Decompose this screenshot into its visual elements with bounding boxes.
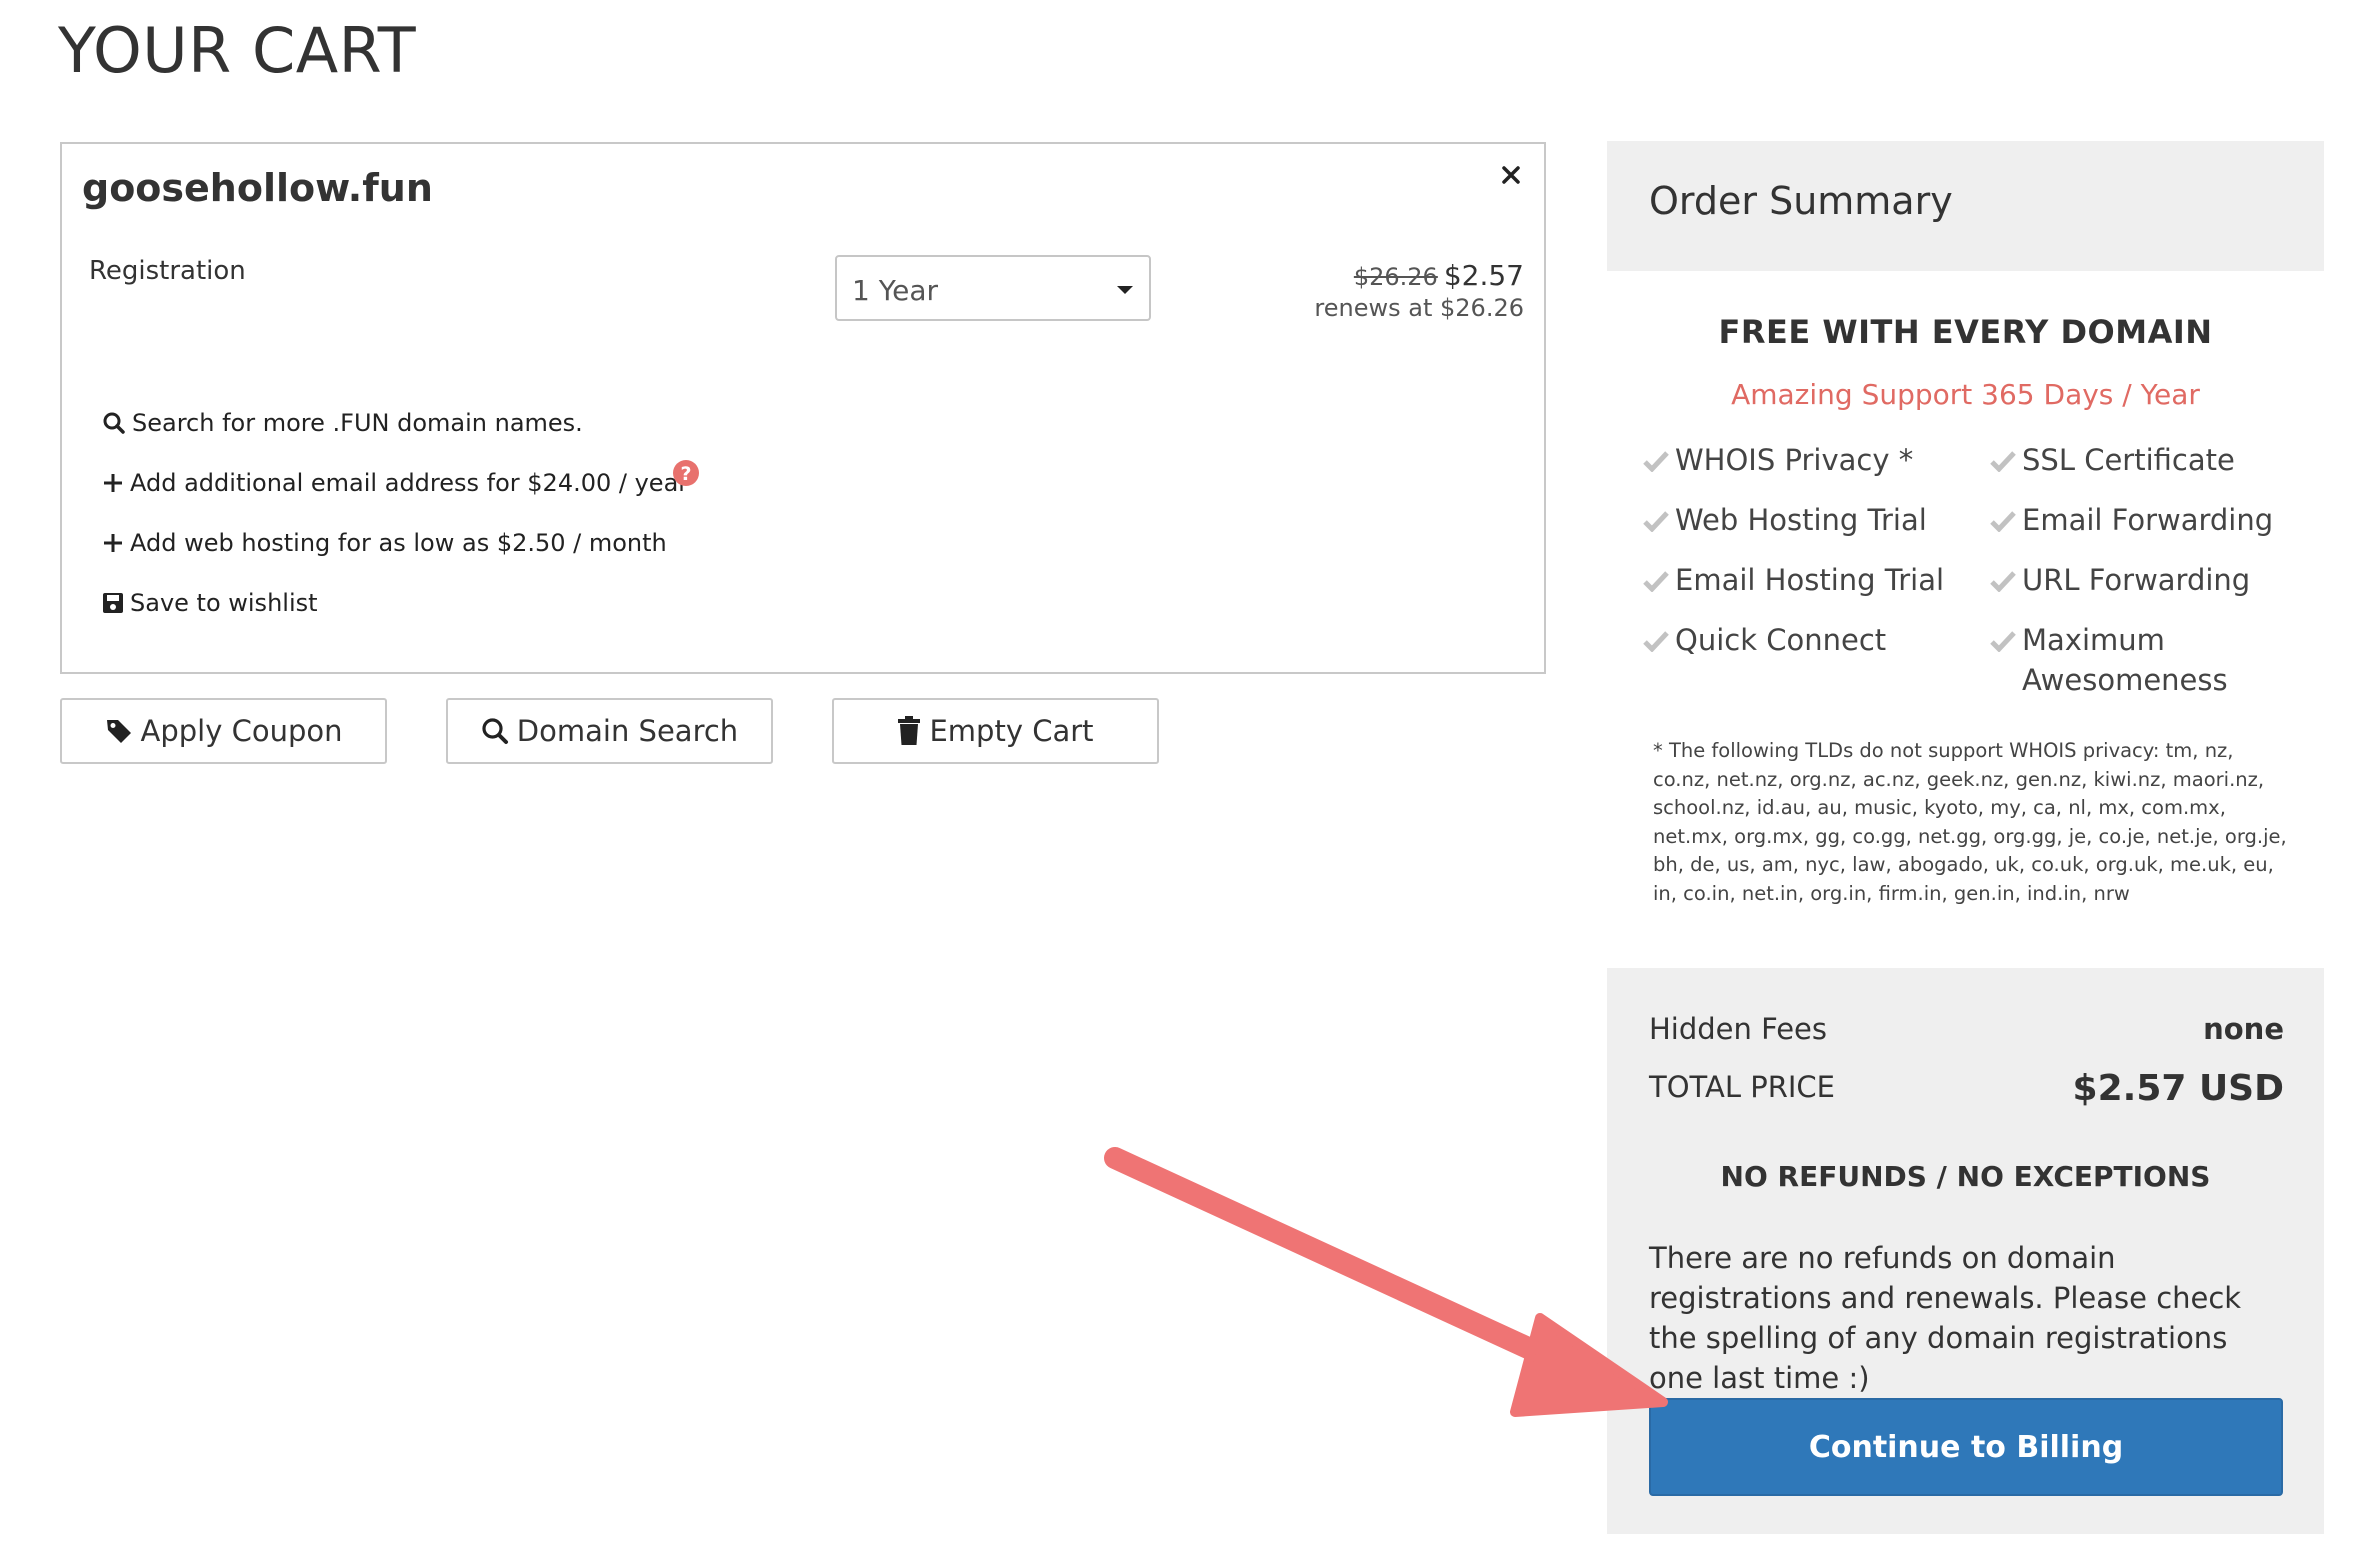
price-block: $26.26 $2.57 renews at $26.26 bbox=[1314, 259, 1524, 322]
add-hosting-link[interactable]: Add web hosting for as low as $2.50 / mo… bbox=[102, 529, 667, 557]
search-more-link[interactable]: Search for more .FUN domain names. bbox=[102, 409, 583, 437]
new-price: $2.57 bbox=[1443, 259, 1524, 292]
save-icon bbox=[103, 593, 123, 613]
empty-cart-label: Empty Cart bbox=[929, 714, 1094, 748]
trash-icon bbox=[898, 716, 921, 745]
order-summary-header: Order Summary bbox=[1607, 141, 2324, 271]
empty-cart-button[interactable]: Empty Cart bbox=[832, 698, 1159, 764]
domain-search-button[interactable]: Domain Search bbox=[446, 698, 773, 764]
check-icon bbox=[1990, 511, 2016, 532]
feature-item: URL Forwarding bbox=[1990, 560, 2250, 600]
continue-to-billing-button[interactable]: Continue to Billing bbox=[1649, 1398, 2283, 1496]
plus-icon bbox=[104, 474, 122, 492]
registration-label: Registration bbox=[89, 256, 246, 286]
cart-item: goosehollow.fun Registration 1 Year $26.… bbox=[60, 142, 1546, 674]
feature-label: Maximum Awesomeness bbox=[2022, 623, 2228, 697]
search-more-label: Search for more .FUN domain names. bbox=[132, 409, 583, 437]
check-icon bbox=[1643, 511, 1669, 532]
old-price: $26.26 bbox=[1353, 263, 1438, 291]
hidden-fees-label: Hidden Fees bbox=[1649, 1012, 1828, 1046]
hidden-fees-value: none bbox=[2203, 1012, 2284, 1046]
check-icon bbox=[1990, 631, 2016, 652]
add-email-link[interactable]: Add additional email address for $24.00 … bbox=[102, 469, 688, 497]
feature-label: WHOIS Privacy * bbox=[1675, 443, 1914, 477]
total-price-value: $2.57 USD bbox=[2072, 1068, 2284, 1109]
add-hosting-label: Add web hosting for as low as $2.50 / mo… bbox=[130, 529, 667, 557]
free-with-domain-title: FREE WITH EVERY DOMAIN bbox=[1718, 313, 2213, 351]
tag-icon bbox=[106, 720, 131, 743]
feature-label: Email Forwarding bbox=[2022, 503, 2274, 537]
check-icon bbox=[1643, 631, 1669, 652]
annotation-arrow-icon bbox=[1104, 1147, 1668, 1417]
check-icon bbox=[1990, 571, 2016, 592]
total-price-label: TOTAL PRICE bbox=[1649, 1070, 1835, 1104]
feature-label: Quick Connect bbox=[1675, 623, 1887, 657]
search-icon bbox=[482, 718, 508, 744]
svg-text:?: ? bbox=[680, 463, 691, 485]
feature-label: Web Hosting Trial bbox=[1675, 503, 1927, 537]
check-icon bbox=[1643, 571, 1669, 592]
page-title: YOUR CART bbox=[58, 14, 417, 87]
feature-label: SSL Certificate bbox=[2022, 443, 2235, 477]
apply-coupon-button[interactable]: Apply Coupon bbox=[60, 698, 387, 764]
support-line: Amazing Support 365 Days / Year bbox=[1731, 378, 2200, 411]
feature-label: Email Hosting Trial bbox=[1675, 563, 1945, 597]
whois-tld-note: * The following TLDs do not support WHOI… bbox=[1653, 739, 2287, 905]
domain-name: goosehollow.fun bbox=[82, 166, 433, 210]
check-icon bbox=[1643, 451, 1669, 472]
save-wishlist-label: Save to wishlist bbox=[130, 589, 318, 617]
save-wishlist-link[interactable]: Save to wishlist bbox=[102, 589, 318, 617]
chevron-down-icon bbox=[1117, 286, 1133, 294]
add-email-label: Add additional email address for $24.00 … bbox=[130, 469, 689, 497]
registration-period-select[interactable]: 1 Year bbox=[835, 255, 1151, 321]
remove-item-icon[interactable] bbox=[1496, 160, 1526, 190]
check-icon bbox=[1990, 451, 2016, 472]
totals-panel: Hidden Fees none TOTAL PRICE $2.57 USD N… bbox=[1607, 968, 2324, 1534]
feature-item: Quick Connect bbox=[1643, 620, 1886, 660]
feature-label: URL Forwarding bbox=[2022, 563, 2251, 597]
domain-search-label: Domain Search bbox=[516, 714, 739, 748]
apply-coupon-label: Apply Coupon bbox=[140, 714, 343, 748]
search-icon bbox=[103, 412, 125, 434]
feature-item: WHOIS Privacy * bbox=[1643, 440, 1913, 480]
no-refunds-text: There are no refunds on domain registrat… bbox=[1649, 1241, 2242, 1395]
feature-item: SSL Certificate bbox=[1990, 440, 2235, 480]
no-refunds-title: NO REFUNDS / NO EXCEPTIONS bbox=[1720, 1160, 2211, 1193]
feature-item: Email Forwarding bbox=[1990, 500, 2273, 540]
plus-icon bbox=[104, 534, 122, 552]
registration-period-value: 1 Year bbox=[852, 274, 938, 307]
feature-item: Email Hosting Trial bbox=[1643, 560, 1944, 600]
feature-item: Web Hosting Trial bbox=[1643, 500, 1927, 540]
renewal-price: renews at $26.26 bbox=[1314, 294, 1524, 322]
order-summary-title: Order Summary bbox=[1649, 179, 1953, 223]
feature-item: Maximum Awesomeness bbox=[1990, 620, 2240, 700]
help-icon[interactable]: ? bbox=[672, 459, 700, 491]
